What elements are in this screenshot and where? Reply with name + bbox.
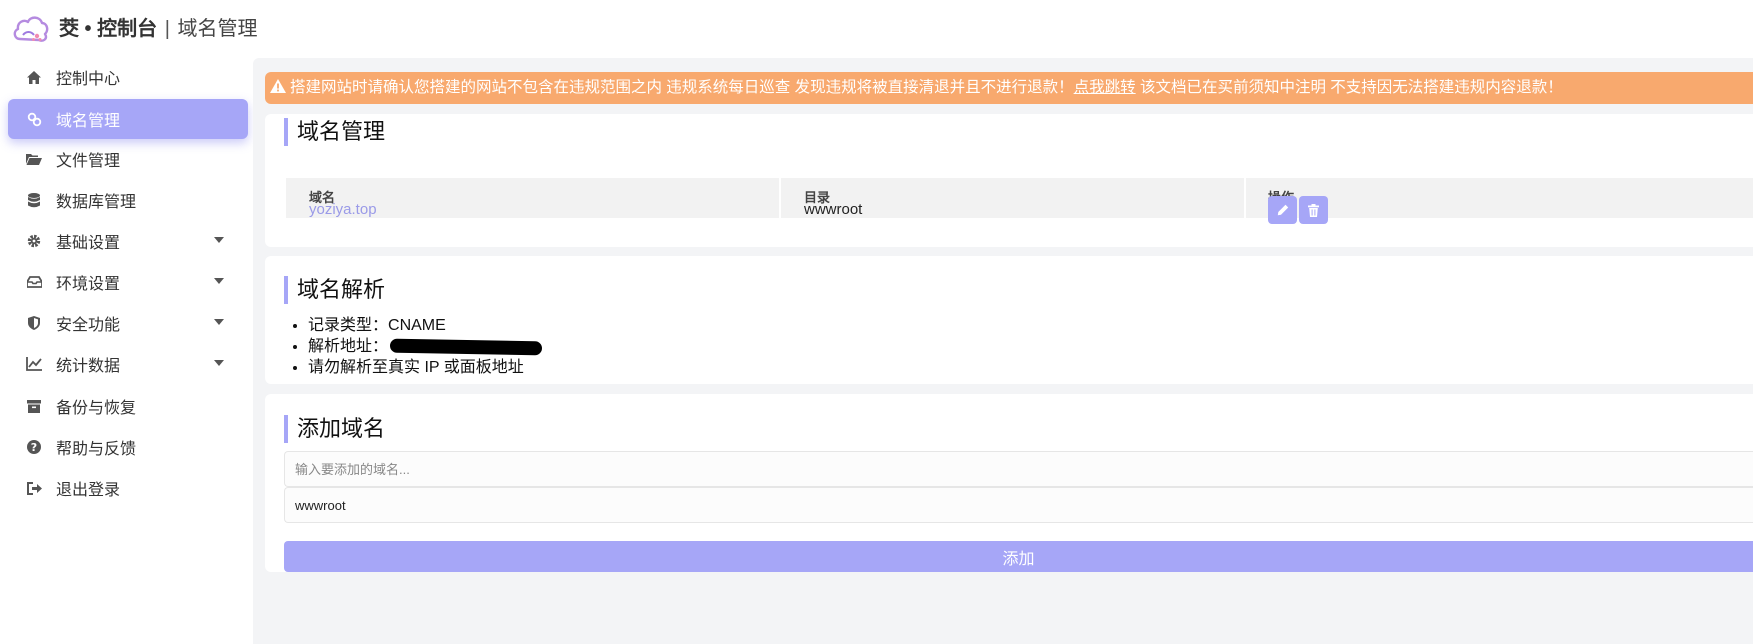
- header-page-title: 域名管理: [177, 18, 258, 40]
- column-divider: [779, 178, 781, 218]
- domains-card: 域名管理 域名 目录 操作 yoziya.top wwwroot: [265, 114, 1753, 247]
- line-chart-icon: [24, 354, 44, 374]
- list-item: 解析地址：: [308, 336, 543, 357]
- record-type-label: 记录类型：: [308, 317, 389, 334]
- inbox-icon: [24, 272, 44, 292]
- warning-icon: [270, 79, 286, 94]
- sidebar-item-help[interactable]: ? 帮助与反馈: [8, 427, 248, 467]
- dns-info-list: 记录类型：CNAME 解析地址： 请勿解析至真实 IP 或面板地址: [289, 315, 543, 378]
- sidebar-item-domains[interactable]: 域名管理: [8, 99, 248, 139]
- sidebar-item-files[interactable]: 文件管理: [8, 139, 248, 179]
- sidebar-item-environment[interactable]: 环境设置: [8, 262, 248, 302]
- sidebar-item-label: 统计数据: [56, 358, 121, 375]
- dns-card-title: 域名解析: [284, 276, 385, 304]
- brand-title: 茭 • 控制台 | 域名管理: [59, 16, 257, 42]
- cloud-logo-icon: [13, 16, 49, 42]
- folder-open-icon: [24, 149, 44, 169]
- gear-icon: [24, 231, 44, 251]
- sidebar-item-label: 退出登录: [56, 482, 121, 499]
- dns-note: 请勿解析至真实 IP 或面板地址: [308, 359, 524, 376]
- dns-card: 域名解析 记录类型：CNAME 解析地址： 请勿解析至真实 IP 或面板地址: [265, 256, 1753, 384]
- sidebar-item-label: 基础设置: [56, 235, 121, 252]
- table-header: 域名 目录 操作: [286, 178, 1753, 218]
- sidebar-item-label: 数据库管理: [56, 194, 137, 211]
- archive-icon: [24, 396, 44, 416]
- svg-text:?: ?: [31, 441, 37, 454]
- sidebar-item-logout[interactable]: 退出登录: [8, 468, 248, 508]
- column-divider: [1244, 178, 1246, 218]
- shield-icon: [24, 313, 44, 333]
- top-header: 茭 • 控制台 | 域名管理: [0, 0, 1753, 58]
- link-icon: [24, 109, 44, 129]
- redacted-address: [389, 338, 543, 356]
- sidebar-item-statistics[interactable]: 统计数据: [8, 344, 248, 384]
- chevron-down-icon: [214, 319, 224, 325]
- sidebar-item-label: 环境设置: [56, 276, 121, 293]
- sidebar-item-backup[interactable]: 备份与恢复: [8, 386, 248, 426]
- record-type-value: CNAME: [388, 317, 446, 334]
- sidebar-item-basic-settings[interactable]: 基础设置: [8, 221, 248, 261]
- sidebar-item-database[interactable]: 数据库管理: [8, 180, 248, 220]
- sidebar-item-label: 帮助与反馈: [56, 441, 137, 458]
- add-domain-title: 添加域名: [284, 415, 385, 443]
- sidebar-item-label: 文件管理: [56, 153, 121, 170]
- sidebar-item-label: 安全功能: [56, 317, 121, 334]
- domain-link[interactable]: yoziya.top: [309, 198, 377, 222]
- list-item: 记录类型：CNAME: [308, 315, 542, 336]
- brand-separator: |: [164, 18, 170, 40]
- trash-icon: [1308, 203, 1319, 217]
- chevron-down-icon: [214, 278, 224, 284]
- domain-directory: wwwroot: [804, 201, 863, 218]
- domain-input[interactable]: [284, 451, 1753, 487]
- alert-text: 搭建网站时请确认您搭建的网站不包含在违规范围之内 违规系统每日巡查 发现违规将被…: [290, 79, 1074, 96]
- list-item: 请勿解析至真实 IP 或面板地址: [308, 357, 542, 378]
- sidebar-item-dashboard[interactable]: 控制中心: [8, 57, 248, 97]
- question-circle-icon: ?: [24, 437, 44, 457]
- database-icon: [24, 190, 44, 210]
- domains-card-title: 域名管理: [284, 118, 385, 146]
- alert-text-after: 该文档已在买前须知中注明 不支持因无法搭建违规内容退款！: [1135, 79, 1563, 96]
- sidebar-item-label: 域名管理: [56, 113, 121, 130]
- add-domain-card: 添加域名 添加: [265, 394, 1753, 572]
- brand-name: 茭 • 控制台: [59, 18, 158, 40]
- pencil-icon: [1277, 204, 1288, 216]
- chevron-down-icon: [214, 360, 224, 366]
- sign-out-icon: [24, 478, 44, 498]
- home-icon: [24, 67, 44, 87]
- sidebar-item-security[interactable]: 安全功能: [8, 303, 248, 343]
- address-label: 解析地址：: [308, 338, 389, 355]
- alert-link[interactable]: 点我跳转: [1074, 79, 1136, 96]
- chevron-down-icon: [214, 237, 224, 243]
- edit-domain-button[interactable]: [1268, 196, 1297, 224]
- sidebar-item-label: 备份与恢复: [56, 400, 137, 417]
- add-domain-button[interactable]: 添加: [284, 541, 1753, 572]
- directory-input[interactable]: [284, 487, 1753, 523]
- warning-alert: 搭建网站时请确认您搭建的网站不包含在违规范围之内 违规系统每日巡查 发现违规将被…: [265, 72, 1753, 104]
- delete-domain-button[interactable]: [1299, 196, 1328, 224]
- sidebar: 控制中心 域名管理 文件管理 数据库管理 基础设置 环境设置 安全功能 统计数据…: [0, 58, 253, 644]
- sidebar-item-label: 控制中心: [56, 71, 121, 88]
